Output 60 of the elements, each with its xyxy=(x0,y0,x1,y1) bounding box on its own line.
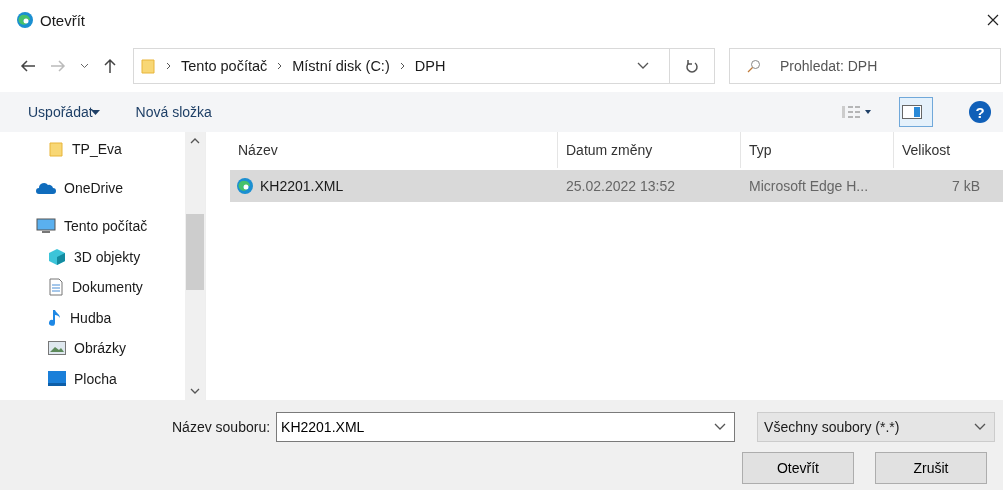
chevron-down-icon[interactable] xyxy=(190,388,200,394)
column-header[interactable]: Typ xyxy=(741,132,894,168)
window-title: Otevřít xyxy=(40,11,85,29)
monitor-icon xyxy=(36,218,56,235)
type-cell-text: Microsoft Edge H... xyxy=(748,177,870,196)
close-icon[interactable] xyxy=(987,14,999,26)
music-note-icon xyxy=(48,308,62,327)
chevron-up-icon[interactable] xyxy=(190,138,200,144)
folder-icon xyxy=(48,141,64,158)
chevron-right-icon xyxy=(399,62,405,70)
sidebar-item[interactable]: Obrázky xyxy=(0,333,185,364)
view-list-icon[interactable] xyxy=(841,105,871,119)
cube-icon xyxy=(48,247,66,266)
search-icon xyxy=(747,59,761,73)
file-row[interactable]: KH2201.XML 25.02.2022 13:52 Microsoft Edge H... 7 kB xyxy=(230,170,1003,202)
up-arrow-icon[interactable] xyxy=(103,58,117,74)
sidebar-item[interactable]: Plocha xyxy=(0,363,185,394)
organize-menu[interactable]: Uspořádat xyxy=(28,104,100,120)
breadcrumb[interactable]: Místní disk (C:) xyxy=(292,58,390,74)
sidebar-item[interactable]: TP_Eva xyxy=(0,134,185,165)
refresh-icon[interactable] xyxy=(685,58,699,74)
sidebar-item[interactable]: 3D objekty xyxy=(0,241,185,272)
sidebar-item[interactable]: OneDrive xyxy=(0,172,185,203)
search-field[interactable]: Prohledat: DPH xyxy=(729,48,1001,84)
sidebar-item[interactable]: Hudba xyxy=(0,302,185,333)
file-name-label: Název souboru: xyxy=(172,419,271,435)
column-header[interactable]: Název xyxy=(230,132,558,168)
sidebar-item[interactable]: Tento počítač xyxy=(0,211,185,242)
file-type-dropdown[interactable]: Všechny soubory (*.*) xyxy=(757,412,995,442)
address-bar[interactable]: Tento počítač Místní disk (C:) DPH xyxy=(133,48,715,84)
folder-icon xyxy=(140,58,156,74)
preview-pane-icon xyxy=(902,105,922,119)
help-button[interactable]: ? xyxy=(969,101,991,123)
image-icon xyxy=(48,341,66,356)
date-cell-text: 25.02.2022 13:52 xyxy=(565,177,676,196)
chevron-down-icon xyxy=(974,423,986,431)
cancel-button[interactable]: Zrušit xyxy=(875,452,987,484)
file-name: KH2201.XML xyxy=(260,178,344,194)
open-button[interactable]: Otevřít xyxy=(742,452,854,484)
new-folder-button[interactable]: Nová složka xyxy=(135,104,212,120)
column-header[interactable]: Datum změny xyxy=(558,132,741,168)
sidebar-item[interactable]: Dokumenty xyxy=(0,272,185,303)
edge-logo-icon xyxy=(16,11,34,29)
column-header[interactable]: Velikost xyxy=(894,132,990,168)
chevron-right-icon xyxy=(166,62,171,70)
breadcrumb[interactable]: Tento počítač xyxy=(181,58,268,74)
chevron-right-icon xyxy=(277,62,283,70)
chevron-down-icon[interactable] xyxy=(637,62,649,70)
scrollbar[interactable] xyxy=(185,132,205,400)
cloud-icon xyxy=(36,181,56,194)
preview-pane-button[interactable] xyxy=(899,97,933,127)
size-cell-text: 7 kB xyxy=(951,177,981,196)
file-name-field[interactable]: KH2201.XML xyxy=(276,412,736,442)
chevron-down-icon[interactable] xyxy=(714,423,727,431)
desktop-icon xyxy=(48,371,66,387)
breadcrumb[interactable]: DPH xyxy=(414,58,446,74)
document-icon xyxy=(48,278,64,297)
chevron-down-icon[interactable] xyxy=(80,63,89,69)
back-arrow-icon[interactable] xyxy=(20,59,36,73)
edge-file-icon xyxy=(236,177,254,195)
